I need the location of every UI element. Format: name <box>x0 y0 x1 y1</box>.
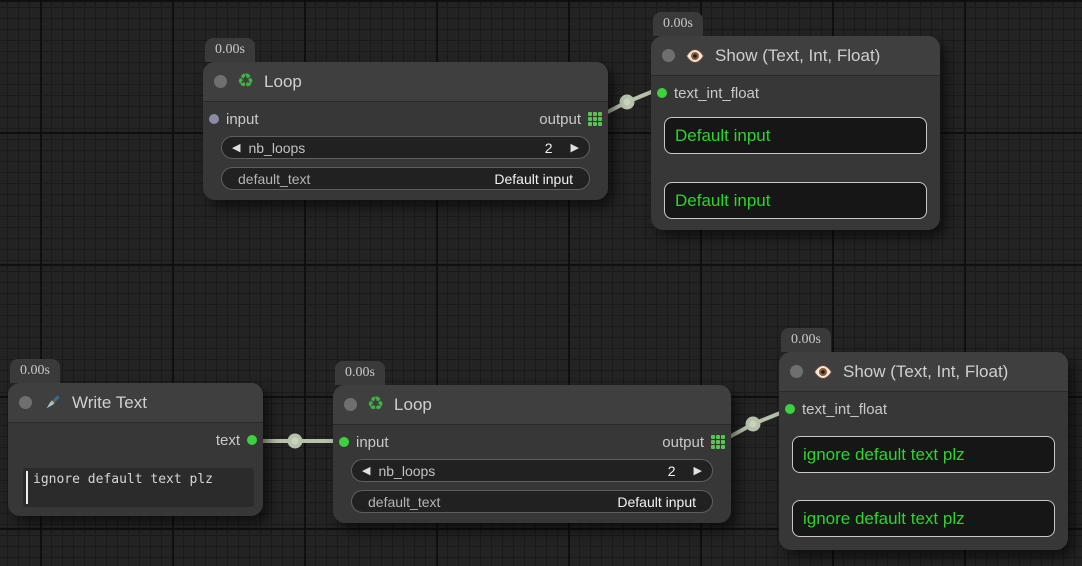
nb-loops-stepper[interactable]: ◀ nb_loops 2 ▶ <box>351 459 713 482</box>
input-slot-label: input <box>226 111 259 128</box>
collapse-dot[interactable] <box>662 49 675 62</box>
node-show-bottom[interactable]: 0.00s Show (Text, Int, Float) text_int_f… <box>779 352 1068 550</box>
result-text: ignore default text plz <box>803 509 965 529</box>
eye-icon <box>813 365 833 379</box>
grid-output-icon[interactable] <box>711 435 725 449</box>
collapse-dot[interactable] <box>214 75 227 88</box>
execution-time: 0.00s <box>663 16 693 32</box>
text-cursor <box>26 471 28 504</box>
output-slot-dot[interactable] <box>247 435 257 445</box>
collapse-dot[interactable] <box>19 396 32 409</box>
result-text: Default input <box>675 126 770 146</box>
result-text-box[interactable]: Default input <box>664 117 927 154</box>
result-text-box[interactable]: ignore default text plz <box>792 436 1055 473</box>
node-header[interactable]: Show (Text, Int, Float) <box>779 352 1068 392</box>
node-header[interactable]: ♻ Loop <box>203 62 608 102</box>
stepper-right-arrow-icon[interactable]: ▶ <box>694 464 702 477</box>
execution-time-badge: 0.00s <box>653 12 703 36</box>
eye-icon <box>685 49 705 63</box>
recycle-icon: ♻ <box>367 395 384 414</box>
execution-time: 0.00s <box>791 332 821 348</box>
input-slot-label: text_int_float <box>674 85 759 102</box>
execution-time: 0.00s <box>20 363 50 379</box>
stepper-left-arrow-icon[interactable]: ◀ <box>232 141 240 154</box>
node-loop-top[interactable]: 0.00s ♻ Loop input output ◀ nb_loops 2 ▶ <box>203 62 608 200</box>
stepper-left-arrow-icon[interactable]: ◀ <box>362 464 370 477</box>
node-header[interactable]: ♻ Loop <box>333 385 731 425</box>
widget-value: Default input <box>494 171 573 187</box>
stepper-right-arrow-icon[interactable]: ▶ <box>571 141 579 154</box>
execution-time-badge: 0.00s <box>10 359 60 383</box>
collapse-dot[interactable] <box>344 398 357 411</box>
output-slot-label: text <box>216 432 240 449</box>
node-show-top[interactable]: 0.00s Show (Text, Int, Float) text_int_f… <box>651 36 940 230</box>
text-input-value: ignore default text plz <box>33 472 213 487</box>
reroute-dot[interactable] <box>620 95 635 110</box>
widget-value: 2 <box>545 140 553 156</box>
result-text: ignore default text plz <box>803 445 965 465</box>
node-title: Loop <box>394 395 432 415</box>
widget-label: default_text <box>238 171 310 187</box>
pen-icon <box>42 393 62 413</box>
input-slot-dot[interactable] <box>657 88 667 98</box>
default-text-widget[interactable]: default_text Default input <box>221 167 590 190</box>
reroute-dot[interactable] <box>288 434 303 449</box>
result-text: Default input <box>675 191 770 211</box>
node-header[interactable]: Write Text <box>8 383 263 423</box>
node-title: Write Text <box>72 393 147 413</box>
recycle-icon: ♻ <box>237 72 254 91</box>
execution-time-badge: 0.00s <box>781 328 831 352</box>
nb-loops-stepper[interactable]: ◀ nb_loops 2 ▶ <box>221 136 590 159</box>
node-header[interactable]: Show (Text, Int, Float) <box>651 36 940 76</box>
widget-label: default_text <box>368 494 440 510</box>
collapse-dot[interactable] <box>790 365 803 378</box>
node-loop-bottom[interactable]: 0.00s ♻ Loop input output ◀ nb_loops 2 ▶ <box>333 385 731 523</box>
input-slot-dot[interactable] <box>785 404 795 414</box>
node-write-text[interactable]: 0.00s Write Text text ignore default t <box>8 383 263 516</box>
node-title: Show (Text, Int, Float) <box>843 362 1008 382</box>
widget-value: 2 <box>668 463 676 479</box>
execution-time-badge: 0.00s <box>205 38 255 62</box>
node-title: Show (Text, Int, Float) <box>715 46 880 66</box>
execution-time: 0.00s <box>345 365 375 381</box>
result-text-box[interactable]: Default input <box>664 182 927 219</box>
widget-label: nb_loops <box>378 463 435 479</box>
input-slot-dot[interactable] <box>339 437 349 447</box>
widget-label: nb_loops <box>248 140 305 156</box>
widget-value: Default input <box>617 494 696 510</box>
execution-time-badge: 0.00s <box>335 361 385 385</box>
result-text-box[interactable]: ignore default text plz <box>792 500 1055 537</box>
output-slot-label: output <box>539 111 581 128</box>
execution-time: 0.00s <box>215 42 245 58</box>
node-title: Loop <box>264 72 302 92</box>
node-graph-canvas[interactable]: 0.00s ♻ Loop input output ◀ nb_loops 2 ▶ <box>0 0 1082 566</box>
input-slot-label: text_int_float <box>802 401 887 418</box>
default-text-widget[interactable]: default_text Default input <box>351 490 713 513</box>
text-input-area[interactable]: ignore default text plz <box>23 468 254 507</box>
input-slot-label: input <box>356 434 389 451</box>
reroute-dot[interactable] <box>746 417 761 432</box>
grid-output-icon[interactable] <box>588 112 602 126</box>
input-slot-dot[interactable] <box>209 114 219 124</box>
output-slot-label: output <box>662 434 704 451</box>
